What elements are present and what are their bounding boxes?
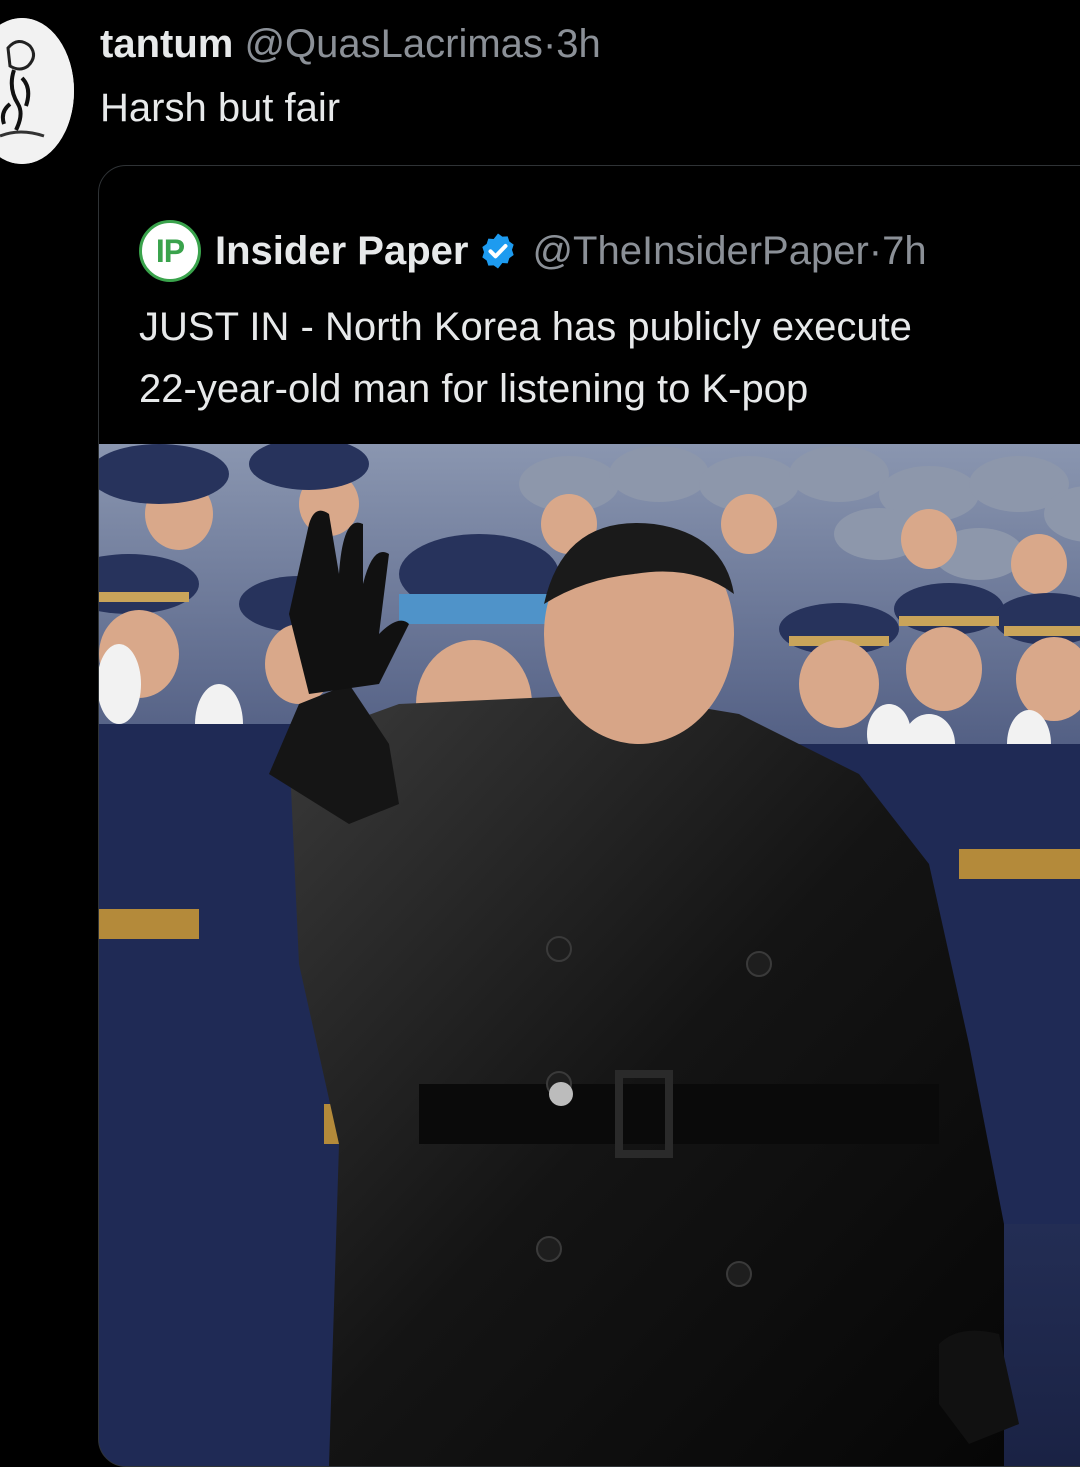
quoted-tweet-text: JUST IN - North Korea has publicly execu… <box>139 296 1080 420</box>
quoted-text-line-1: JUST IN - North Korea has publicly execu… <box>139 305 912 349</box>
quoted-tweet-card[interactable]: IP Insider Paper @TheInsiderPaper · 7h JUS… <box>98 165 1080 1467</box>
tweet-text: Harsh but fair <box>100 86 341 130</box>
verified-badge-icon <box>482 233 515 269</box>
quoted-separator-dot: · <box>868 229 883 273</box>
separator-dot: · <box>542 22 557 66</box>
quoted-user-handle[interactable]: @TheInsiderPaper <box>532 227 868 275</box>
quoted-tweet-header: IP Insider Paper @TheInsiderPaper · 7h <box>139 220 927 282</box>
quoted-display-name[interactable]: Insider Paper <box>215 227 468 275</box>
news-photo[interactable] <box>99 444 1080 1466</box>
quoted-text-line-2: 22-year-old man for listening to K-pop <box>139 367 809 411</box>
user-handle[interactable]: @QuasLacrimas <box>244 22 542 66</box>
user-avatar[interactable] <box>0 18 74 164</box>
tweet-time[interactable]: 3h <box>556 22 601 66</box>
display-name[interactable]: tantum <box>100 22 233 66</box>
quoted-tweet-time[interactable]: 7h <box>882 227 927 275</box>
tweet-header: tantum @QuasLacrimas·3h <box>100 20 601 68</box>
insider-paper-logo: IP <box>139 220 201 282</box>
avatar-sketch-icon <box>0 18 74 164</box>
photo-soldiers-and-leader <box>99 444 1080 1466</box>
